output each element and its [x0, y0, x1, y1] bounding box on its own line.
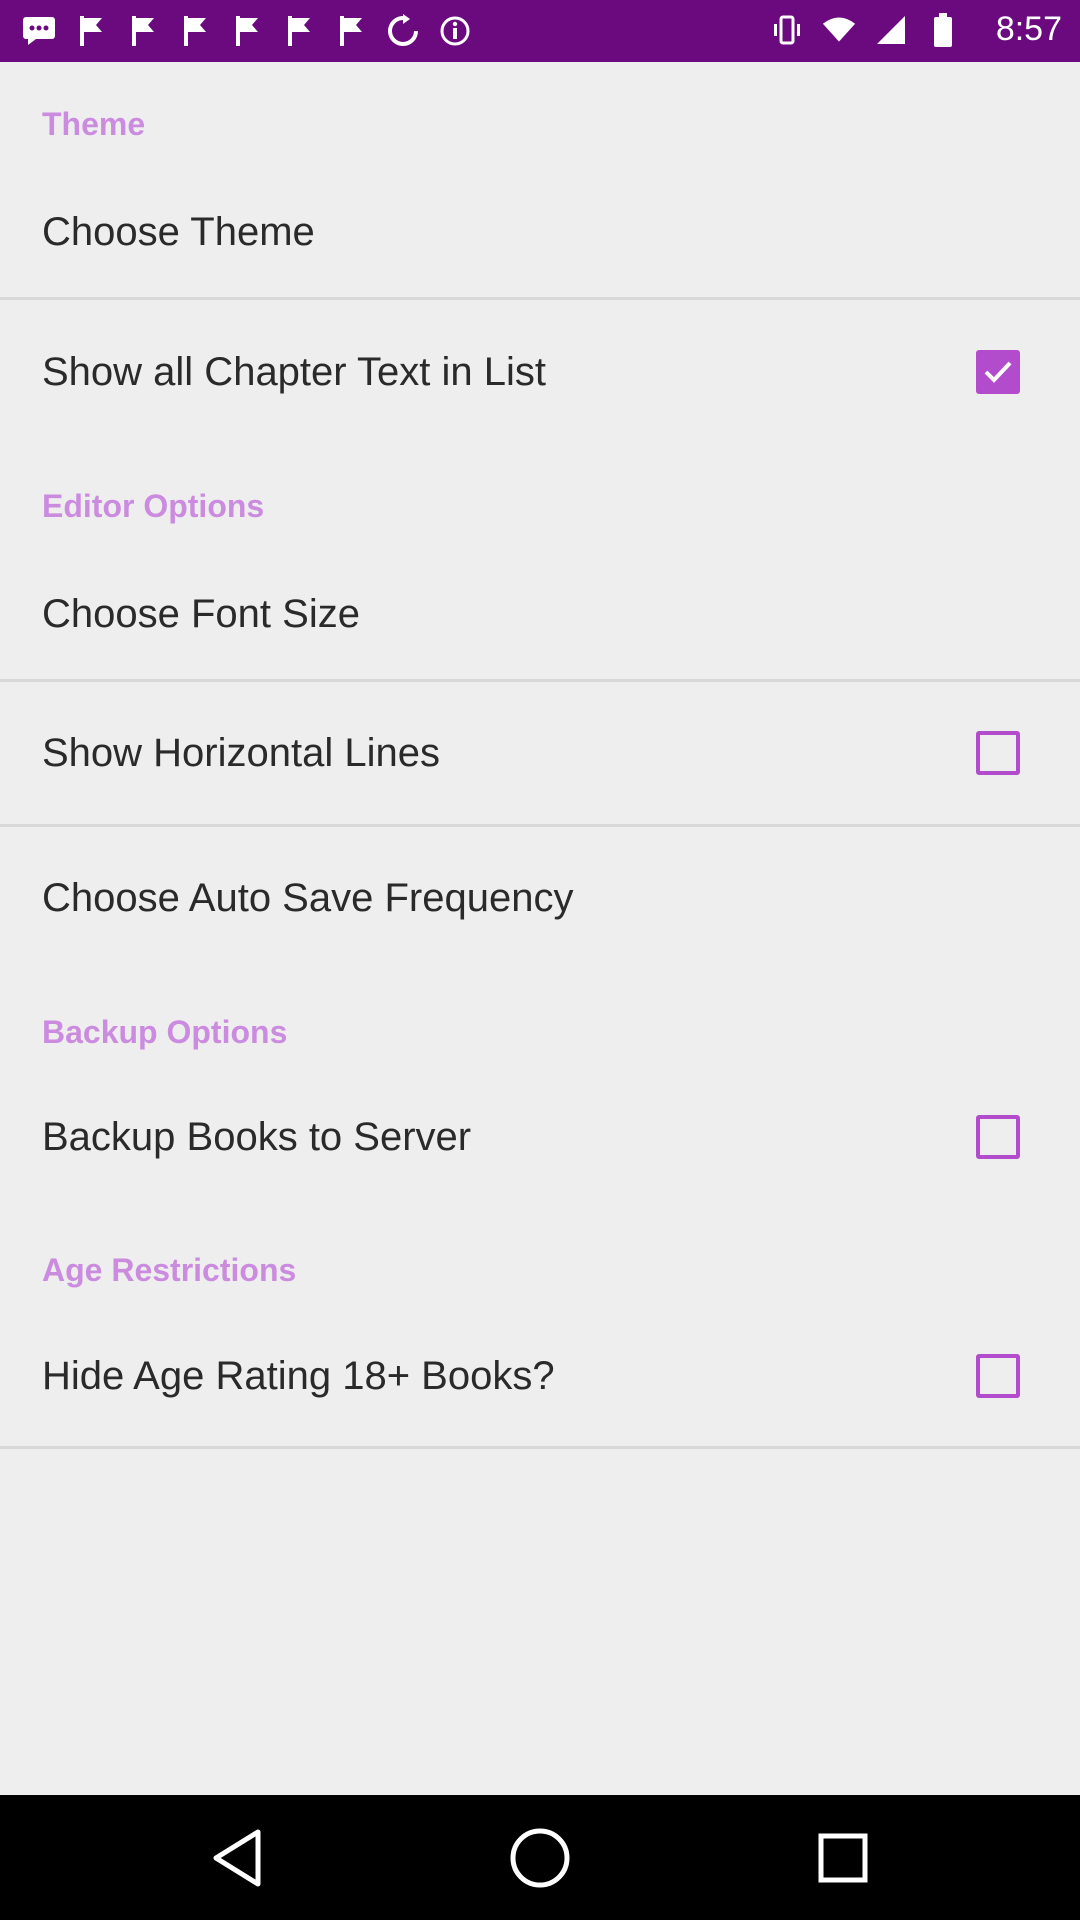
status-time: 8:57 — [995, 10, 1062, 48]
divider — [0, 1446, 1080, 1449]
section-header-editor: Editor Options — [42, 488, 265, 524]
choose-font-size-row[interactable]: Choose Font Size — [0, 552, 1080, 676]
section-header-age: Age Restrictions — [42, 1252, 297, 1288]
wifi-icon — [822, 13, 856, 47]
vibrate-icon — [770, 13, 804, 47]
backup-books-row[interactable]: Backup Books to Server — [0, 1066, 1080, 1208]
choose-theme-row[interactable]: Choose Theme — [0, 170, 1080, 294]
auto-save-frequency-label: Choose Auto Save Frequency — [42, 875, 574, 920]
backup-books-label: Backup Books to Server — [42, 1114, 472, 1159]
flag-icon — [74, 14, 108, 48]
show-chapter-text-row[interactable]: Show all Chapter Text in List — [0, 300, 1080, 444]
flag-icon — [282, 14, 316, 48]
back-icon[interactable] — [202, 1823, 272, 1893]
recents-icon[interactable] — [808, 1823, 878, 1893]
show-chapter-text-checkbox[interactable] — [976, 350, 1020, 394]
home-icon[interactable] — [505, 1823, 575, 1893]
hide-age-rating-label: Hide Age Rating 18+ Books? — [42, 1353, 555, 1398]
messages-icon — [22, 14, 56, 48]
signal-icon — [874, 13, 908, 47]
flag-icon — [334, 14, 368, 48]
info-icon — [438, 14, 472, 48]
choose-font-size-label: Choose Font Size — [42, 591, 360, 636]
section-header-theme: Theme — [42, 106, 146, 142]
auto-save-frequency-row[interactable]: Choose Auto Save Frequency — [0, 827, 1080, 969]
flag-icon — [126, 14, 160, 48]
flag-icon — [230, 14, 264, 48]
show-horizontal-lines-checkbox[interactable] — [976, 731, 1020, 775]
hide-age-rating-checkbox[interactable] — [976, 1354, 1020, 1398]
battery-icon — [926, 12, 960, 47]
show-horizontal-lines-label: Show Horizontal Lines — [42, 730, 440, 775]
status-bar: 8:57 — [0, 0, 1080, 62]
choose-theme-label: Choose Theme — [42, 209, 315, 254]
show-horizontal-lines-row[interactable]: Show Horizontal Lines — [0, 682, 1080, 824]
backup-books-checkbox[interactable] — [976, 1115, 1020, 1159]
checkmark-icon — [984, 361, 1012, 383]
hide-age-rating-row[interactable]: Hide Age Rating 18+ Books? — [0, 1305, 1080, 1447]
flag-icon — [178, 14, 212, 48]
sync-icon — [386, 14, 420, 48]
navigation-bar — [0, 1795, 1080, 1920]
show-chapter-text-label: Show all Chapter Text in List — [42, 349, 546, 394]
section-header-backup: Backup Options — [42, 1014, 288, 1050]
